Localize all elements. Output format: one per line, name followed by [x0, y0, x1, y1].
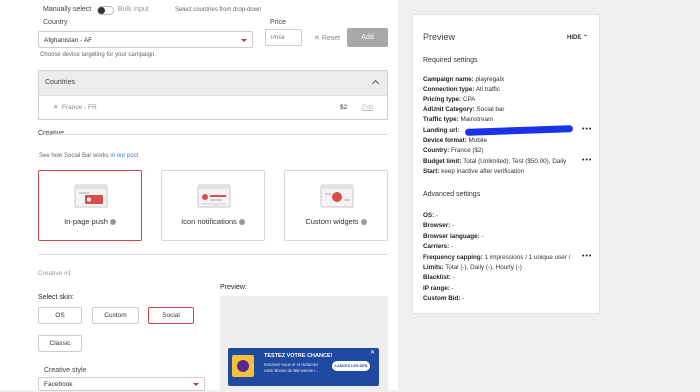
- required-row: Start: keep inactive after verification: [423, 168, 525, 175]
- chevron-up-icon: ⌃: [583, 35, 589, 41]
- preview-panel: Preview HIDE ⌃ Required settings Campaig…: [412, 14, 600, 314]
- see-how-link[interactable]: in our post: [110, 153, 138, 159]
- skin-classic-button[interactable]: Classic: [38, 335, 82, 352]
- country-help: Choose device targeting for your campaig…: [40, 52, 157, 58]
- remove-country-icon[interactable]: ✕: [53, 96, 58, 120]
- chevron-up-icon[interactable]: [371, 79, 380, 88]
- country-select-value: Afghanistan - AF: [44, 37, 93, 44]
- required-row: Device format: Mobile: [423, 137, 488, 144]
- notification-title: TESTEZ VOTRE CHANCE!: [264, 353, 333, 359]
- info-icon[interactable]: [360, 219, 367, 226]
- country-row-price: $2: [340, 104, 348, 111]
- countries-panel: Countries ✕ France - FR $2 Edit: [38, 70, 388, 120]
- skin-social-button[interactable]: Social: [148, 307, 194, 324]
- required-row: Traffic type: Mainstream: [423, 116, 494, 123]
- advanced-row: Carriers: -: [423, 243, 454, 250]
- required-row: AdUnit Category: Social bar: [423, 106, 505, 113]
- edit-link[interactable]: Edit: [362, 96, 373, 120]
- info-icon[interactable]: [109, 219, 116, 226]
- preview-panel-title: Preview: [423, 32, 456, 42]
- icon-notifications-illustration: [197, 184, 231, 208]
- more-icon[interactable]: •••: [582, 126, 592, 133]
- reset-label: Reset: [321, 35, 341, 42]
- required-row: Landing url:: [423, 127, 460, 134]
- creative-number: Creative #1: [38, 270, 72, 277]
- chevron-down-icon: [241, 39, 247, 42]
- countries-header[interactable]: Countries: [39, 71, 387, 96]
- reset-button[interactable]: ✕ Reset: [314, 34, 340, 42]
- custom-widgets-illustration: [320, 184, 354, 208]
- country-row: ✕ France - FR $2 Edit: [39, 96, 387, 120]
- preview-area: TESTEZ VOTRE CHANCE! Inscrivez-vous et e…: [220, 296, 388, 390]
- see-how-prefix: See how Social Bar works: [39, 153, 109, 159]
- required-row: Budget limit: Total (Unlimited), Test ($…: [423, 158, 567, 165]
- notification-body: Inscrivez-vous et et réclamez votre Bonu…: [264, 362, 319, 373]
- manual-select-label: Manually select: [43, 6, 92, 13]
- advanced-row: Browser: -: [423, 222, 455, 229]
- format-card-custom-widgets[interactable]: Custom widgets: [284, 170, 388, 241]
- creative-style-value: Facebook: [44, 381, 73, 388]
- add-button[interactable]: Add: [347, 28, 388, 47]
- country-select[interactable]: Afghanistan - AF: [38, 31, 253, 48]
- required-heading: Required settings: [423, 57, 478, 64]
- redaction-mark: [464, 125, 574, 136]
- close-icon: ✕: [314, 35, 320, 42]
- format-card-in-page-push[interactable]: In-page push: [38, 170, 142, 241]
- country-row-name: France - FR: [62, 104, 97, 111]
- advanced-heading: Advanced settings: [423, 191, 481, 198]
- country-label: Country: [43, 19, 68, 26]
- advanced-row: Frequency capping: 1 impressions / 1 uni…: [423, 254, 571, 261]
- format-card-label: Custom widgets: [285, 217, 387, 226]
- creative-divider: [38, 254, 388, 255]
- creative-style-label: Creative style: [44, 367, 87, 374]
- hide-label: HIDE: [567, 35, 582, 41]
- advanced-row: Custom Bid: -: [423, 295, 465, 302]
- format-card-label: Icon notifications: [162, 217, 264, 226]
- advanced-row: Blacklist: -: [423, 274, 455, 281]
- select-skin-label: Select skin:: [38, 294, 74, 301]
- advanced-row: Limits: Total (-), Daily (-), Hourly (-): [423, 264, 522, 271]
- price-label: Price: [270, 19, 286, 26]
- notification-logo-icon: [232, 355, 254, 377]
- advanced-row: Browser language: -: [423, 233, 484, 240]
- see-how-text: See how Social Bar works in our post: [39, 153, 138, 159]
- section-divider: [52, 134, 388, 135]
- bulk-input-label[interactable]: Bulk input: [118, 6, 149, 13]
- close-icon[interactable]: ✕: [370, 349, 375, 356]
- toggle-knob: [98, 7, 105, 14]
- creative-style-select[interactable]: Facebook: [38, 377, 205, 391]
- advanced-row: IP range: -: [423, 285, 454, 292]
- price-input[interactable]: [265, 29, 302, 46]
- campaign-form: Manually select Bulk input Select countr…: [0, 0, 398, 391]
- required-row: Country: France ($2): [423, 147, 484, 154]
- required-row: Pricing type: CPA: [423, 96, 476, 103]
- select-hint: Select countries from drop-down: [175, 7, 262, 13]
- advanced-row: OS: -: [423, 212, 439, 219]
- chevron-down-icon: [193, 383, 199, 386]
- skin-custom-button[interactable]: Custom: [92, 307, 139, 324]
- in-page-push-illustration: [74, 184, 108, 208]
- skin-os-button[interactable]: OS: [38, 307, 82, 324]
- countries-title: Countries: [45, 79, 75, 86]
- info-icon[interactable]: [238, 219, 245, 226]
- push-notification-preview[interactable]: TESTEZ VOTRE CHANCE! Inscrivez-vous et e…: [228, 348, 379, 386]
- more-icon[interactable]: •••: [582, 253, 592, 260]
- notification-cta-button[interactable]: LANCEZ LES DÉS: [332, 361, 370, 371]
- required-row: Connection type: All traffic: [423, 86, 500, 93]
- input-mode-toggle[interactable]: [97, 6, 114, 15]
- format-card-label: In-page push: [39, 217, 141, 226]
- more-icon[interactable]: •••: [582, 157, 592, 164]
- format-card-icon-notifications[interactable]: Icon notifications: [161, 170, 265, 241]
- required-row: Campaign name: playregalx: [423, 76, 505, 83]
- preview-label: Preview:: [220, 284, 247, 291]
- hide-button[interactable]: HIDE ⌃: [567, 34, 588, 41]
